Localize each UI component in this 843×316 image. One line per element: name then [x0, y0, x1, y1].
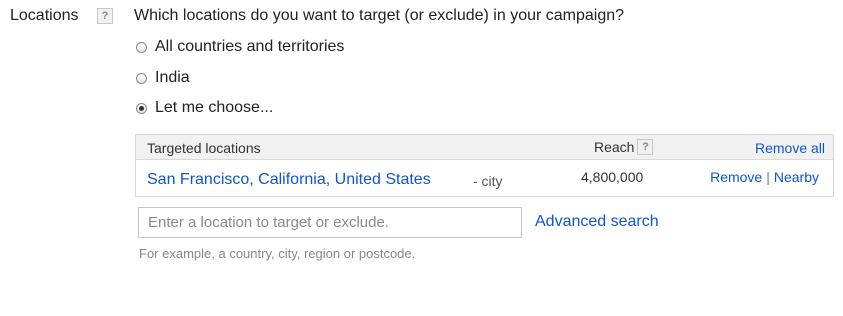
- radio-option-all-countries[interactable]: All countries and territories: [136, 38, 344, 56]
- table-header: Targeted locations Reach ? Remove all: [136, 135, 833, 160]
- targeted-locations-table: Targeted locations Reach ? Remove all Sa…: [135, 134, 834, 197]
- radio-label: Let me choose...: [155, 99, 274, 116]
- locations-question: Which locations do you want to target (o…: [134, 7, 625, 24]
- search-hint: For example, a country, city, region or …: [139, 246, 416, 261]
- help-icon[interactable]: ?: [97, 8, 113, 24]
- header-targeted-locations: Targeted locations: [147, 140, 261, 156]
- row-actions: Remove | Nearby: [710, 169, 819, 185]
- radio-label: India: [155, 69, 190, 86]
- header-reach-label: Reach: [594, 139, 635, 155]
- reach-value: 4,800,000: [581, 169, 644, 185]
- location-search-input[interactable]: [138, 207, 522, 238]
- header-reach: Reach ?: [594, 139, 654, 155]
- locations-label: Locations: [10, 7, 79, 24]
- radio-button-selected[interactable]: [136, 102, 147, 114]
- radio-button[interactable]: [136, 72, 147, 84]
- nearby-link[interactable]: Nearby: [774, 169, 819, 185]
- table-row: San Francisco, California, United States…: [136, 160, 833, 196]
- radio-option-let-me-choose[interactable]: Let me choose...: [136, 99, 273, 117]
- location-link[interactable]: San Francisco, California, United States: [147, 171, 431, 189]
- remove-link[interactable]: Remove: [710, 169, 762, 185]
- radio-option-india[interactable]: India: [136, 69, 190, 87]
- location-type: - city: [473, 173, 503, 189]
- action-separator: |: [766, 169, 770, 185]
- radio-button[interactable]: [136, 41, 147, 53]
- advanced-search-link[interactable]: Advanced search: [535, 213, 659, 231]
- remove-all-link[interactable]: Remove all: [755, 140, 825, 156]
- radio-label: All countries and territories: [155, 38, 345, 55]
- reach-help-icon[interactable]: ?: [637, 139, 654, 155]
